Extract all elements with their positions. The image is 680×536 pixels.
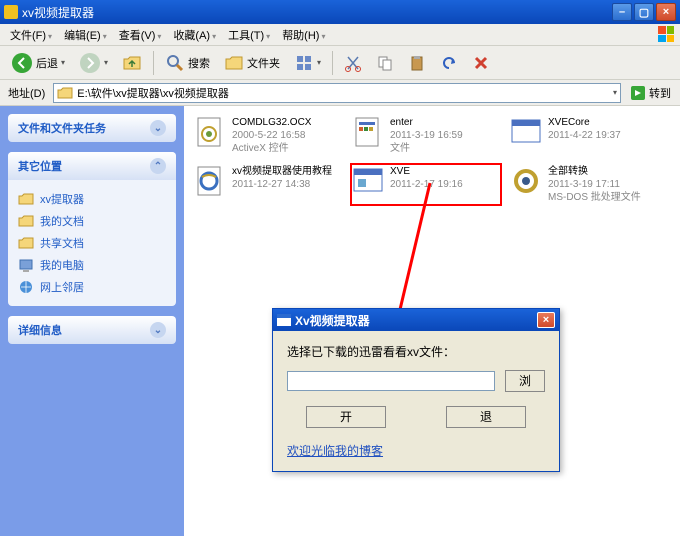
file-item[interactable]: XVECore2011-4-22 19:37 — [508, 114, 660, 157]
window-title: xv视频提取器 — [22, 4, 612, 21]
folders-icon — [224, 53, 244, 73]
menu-help[interactable]: 帮助(H)▾ — [276, 24, 331, 46]
dialog-xv-extractor: Xv视频提取器 × 选择已下载的迅雷看看xv文件： 浏 开 退 欢迎光临我的博客 — [272, 308, 560, 472]
app-icon — [352, 165, 384, 197]
forward-button[interactable]: ▾ — [74, 49, 113, 77]
file-item-highlighted[interactable]: XVE2011-2-17 19:16 — [350, 163, 502, 206]
menu-tools[interactable]: 工具(T)▾ — [222, 24, 276, 46]
maximize-button[interactable]: ▢ — [634, 3, 654, 21]
ie-icon — [194, 165, 226, 197]
menubar: 文件(F)▾ 编辑(E)▾ 查看(V)▾ 收藏(A)▾ 工具(T)▾ 帮助(H)… — [0, 24, 680, 46]
address-label: 地址(D) — [4, 85, 49, 101]
folder-icon — [18, 235, 34, 251]
go-button[interactable]: 转到 — [625, 82, 676, 104]
file-item[interactable]: enter2011-3-19 16:59文件 — [350, 114, 502, 157]
sidebar-item-parent-folder[interactable]: xv提取器 — [18, 188, 166, 210]
chevron-up-icon: ⌃ — [150, 158, 166, 174]
folders-button[interactable]: 文件夹 — [219, 50, 285, 76]
file-item[interactable]: COMDLG32.OCX2000-5-22 16:58ActiveX 控件 — [192, 114, 344, 157]
blog-link[interactable]: 欢迎光临我的博客 — [287, 442, 545, 459]
chevron-down-icon: ⌄ — [150, 322, 166, 338]
taskbox-header[interactable]: 文件和文件夹任务 ⌄ — [8, 114, 176, 142]
menu-favorites[interactable]: 收藏(A)▾ — [167, 24, 222, 46]
dialog-titlebar[interactable]: Xv视频提取器 × — [273, 309, 559, 331]
taskbox-header[interactable]: 其它位置 ⌃ — [8, 152, 176, 180]
up-button[interactable] — [117, 50, 147, 76]
taskbox-details: 详细信息 ⌄ — [8, 316, 176, 344]
dialog-icon — [277, 314, 291, 326]
ocx-icon — [194, 116, 226, 148]
window-titlebar: xv视频提取器 – ▢ × — [0, 0, 680, 24]
search-button[interactable]: 搜索 — [160, 50, 215, 76]
file-item[interactable]: xv视频提取器使用教程2011-12-27 14:38 — [192, 163, 344, 206]
back-icon — [11, 52, 33, 74]
sidebar-item-network[interactable]: 网上邻居 — [18, 276, 166, 298]
menu-view[interactable]: 查看(V)▾ — [113, 24, 168, 46]
taskbox-file-tasks: 文件和文件夹任务 ⌄ — [8, 114, 176, 142]
folder-icon — [18, 213, 34, 229]
menu-edit[interactable]: 编辑(E)▾ — [58, 24, 113, 46]
exit-button[interactable]: 退 — [446, 406, 526, 428]
windows-logo-icon — [658, 26, 676, 44]
chevron-down-icon[interactable]: ▾ — [613, 88, 617, 97]
views-button[interactable]: ▾ — [289, 50, 326, 76]
app-icon — [510, 116, 542, 148]
sidebar-item-my-computer[interactable]: 我的电脑 — [18, 254, 166, 276]
bat-icon — [510, 165, 542, 197]
address-bar: 地址(D) E:\软件\xv提取器\xv视频提取器 ▾ 转到 — [0, 80, 680, 106]
cut-button[interactable] — [339, 51, 367, 75]
computer-icon — [18, 257, 34, 273]
search-icon — [165, 53, 185, 73]
forward-icon — [79, 52, 101, 74]
paste-icon — [408, 54, 426, 72]
toolbar: 后退▾ ▾ 搜索 文件夹 ▾ — [0, 46, 680, 80]
sidebar: 文件和文件夹任务 ⌄ 其它位置 ⌃ xv提取器 我的文档 共享文档 我的电脑 网… — [0, 106, 184, 536]
copy-icon — [376, 54, 394, 72]
undo-icon — [440, 54, 458, 72]
taskbox-other-places: 其它位置 ⌃ xv提取器 我的文档 共享文档 我的电脑 网上邻居 — [8, 152, 176, 306]
sidebar-item-shared-docs[interactable]: 共享文档 — [18, 232, 166, 254]
paste-button[interactable] — [403, 51, 431, 75]
file-path-input[interactable] — [287, 371, 495, 391]
taskbox-header[interactable]: 详细信息 ⌄ — [8, 316, 176, 344]
cut-icon — [344, 54, 362, 72]
chevron-down-icon: ⌄ — [150, 120, 166, 136]
delete-icon — [472, 54, 490, 72]
dialog-label: 选择已下载的迅雷看看xv文件： — [287, 343, 545, 360]
go-icon — [630, 85, 646, 101]
open-button[interactable]: 开 — [306, 406, 386, 428]
views-icon — [294, 53, 314, 73]
menu-file[interactable]: 文件(F)▾ — [4, 24, 58, 46]
delete-button[interactable] — [467, 51, 495, 75]
close-button[interactable]: × — [656, 3, 676, 21]
minimize-button[interactable]: – — [612, 3, 632, 21]
browse-button[interactable]: 浏 — [505, 370, 545, 392]
network-icon — [18, 279, 34, 295]
file-item[interactable]: 全部转换2011-3-19 17:11MS-DOS 批处理文件 — [508, 163, 660, 206]
app-icon — [4, 5, 18, 19]
doc-icon — [352, 116, 384, 148]
dialog-title: Xv视频提取器 — [295, 312, 537, 329]
folder-icon — [18, 191, 34, 207]
back-button[interactable]: 后退▾ — [6, 49, 70, 77]
sidebar-item-my-documents[interactable]: 我的文档 — [18, 210, 166, 232]
address-path: E:\软件\xv提取器\xv视频提取器 — [77, 85, 229, 101]
undo-button[interactable] — [435, 51, 463, 75]
dialog-close-button[interactable]: × — [537, 312, 555, 328]
folder-up-icon — [122, 53, 142, 73]
copy-button[interactable] — [371, 51, 399, 75]
folder-icon — [57, 86, 73, 100]
address-field[interactable]: E:\软件\xv提取器\xv视频提取器 ▾ — [53, 83, 621, 103]
